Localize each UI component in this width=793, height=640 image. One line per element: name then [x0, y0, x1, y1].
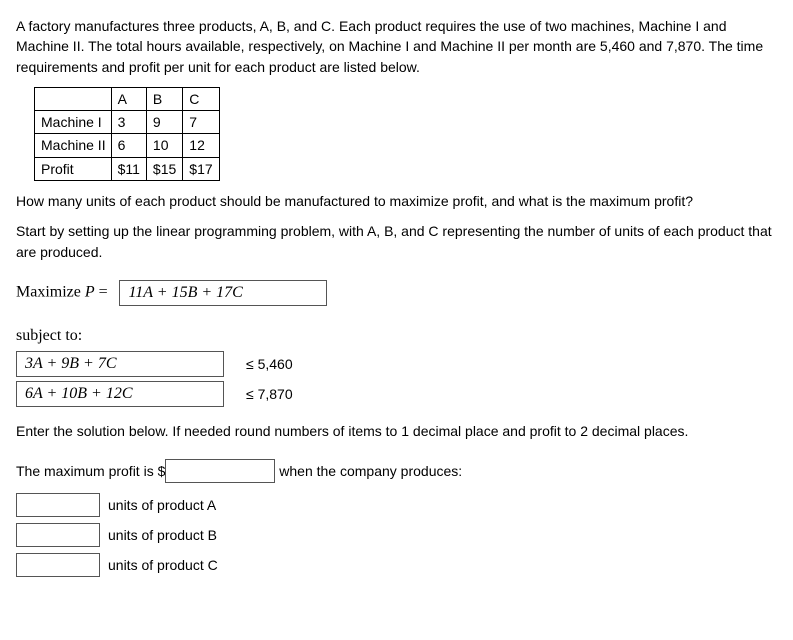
- table-corner: [35, 87, 112, 110]
- units-c-input[interactable]: [16, 553, 100, 577]
- col-header-c: C: [183, 87, 219, 110]
- cell: $15: [146, 157, 182, 180]
- solution-instruction: Enter the solution below. If needed roun…: [16, 421, 777, 441]
- profit-pre: The maximum profit is $: [16, 463, 165, 479]
- units-a-label: units of product A: [108, 495, 216, 515]
- constraint-lhs-box[interactable]: 6A + 10B + 12C: [16, 381, 224, 407]
- maximize-label-post: =: [95, 284, 112, 301]
- profit-post: when the company produces:: [279, 463, 462, 479]
- units-a-input[interactable]: [16, 493, 100, 517]
- units-b-label: units of product B: [108, 525, 217, 545]
- col-header-a: A: [111, 87, 146, 110]
- constraint-lhs-box[interactable]: 3A + 9B + 7C: [16, 351, 224, 377]
- cell: $17: [183, 157, 219, 180]
- col-header-b: B: [146, 87, 182, 110]
- units-row-c: units of product C: [16, 553, 777, 577]
- cell: 12: [183, 134, 219, 157]
- profit-input[interactable]: [165, 459, 275, 483]
- cell: $11: [111, 157, 146, 180]
- table-row: Profit $11 $15 $17: [35, 157, 220, 180]
- objective-answer-box[interactable]: 11A + 15B + 17C: [119, 280, 327, 306]
- units-row-a: units of product A: [16, 493, 777, 517]
- objective-line: Maximize P = 11A + 15B + 17C: [16, 280, 777, 306]
- units-c-label: units of product C: [108, 555, 218, 575]
- objective-expression: 11A + 15B + 17C: [128, 284, 242, 301]
- constraint-row: 3A + 9B + 7C ≤ 5,460: [16, 351, 315, 377]
- units-row-b: units of product B: [16, 523, 777, 547]
- units-b-input[interactable]: [16, 523, 100, 547]
- row-label: Machine I: [35, 111, 112, 134]
- cell: 10: [146, 134, 182, 157]
- cell: 3: [111, 111, 146, 134]
- requirements-table: A B C Machine I 3 9 7 Machine II 6 10 12…: [34, 87, 220, 181]
- question-text: How many units of each product should be…: [16, 191, 777, 211]
- intro-paragraph: A factory manufactures three products, A…: [16, 16, 777, 77]
- profit-sentence: The maximum profit is $ when the company…: [16, 459, 777, 483]
- constraint-rhs: ≤ 5,460: [246, 351, 315, 377]
- cell: 7: [183, 111, 219, 134]
- row-label: Profit: [35, 157, 112, 180]
- constraint-row: 6A + 10B + 12C ≤ 7,870: [16, 381, 315, 407]
- maximize-variable: P: [85, 284, 95, 301]
- constraints-block: subject to: 3A + 9B + 7C ≤ 5,460 6A + 10…: [16, 324, 777, 411]
- subject-to-label: subject to:: [16, 324, 777, 347]
- row-label: Machine II: [35, 134, 112, 157]
- cell: 6: [111, 134, 146, 157]
- table-row: Machine I 3 9 7: [35, 111, 220, 134]
- table-row: Machine II 6 10 12: [35, 134, 220, 157]
- maximize-label-pre: Maximize: [16, 284, 85, 301]
- setup-instruction: Start by setting up the linear programmi…: [16, 221, 777, 262]
- cell: 9: [146, 111, 182, 134]
- constraint-rhs: ≤ 7,870: [246, 381, 315, 407]
